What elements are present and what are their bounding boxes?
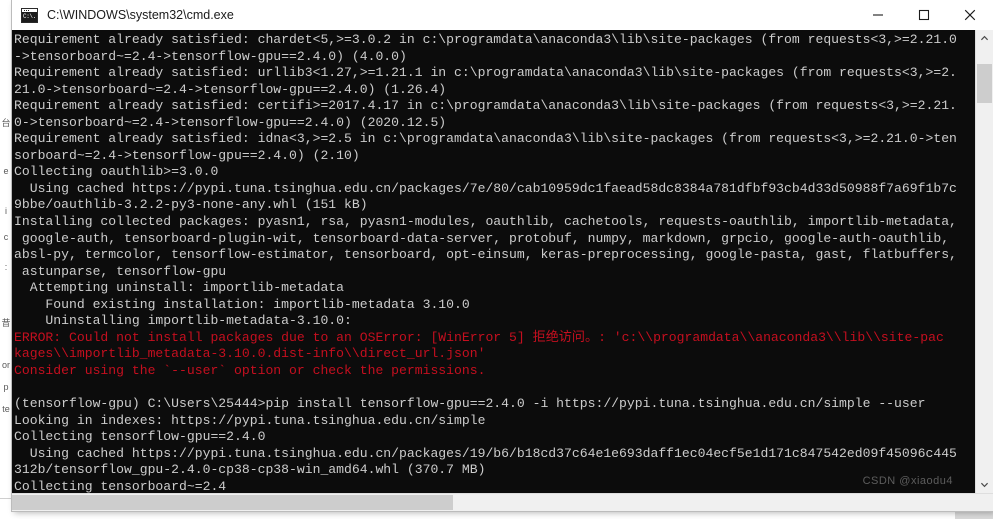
terminal-line: Using cached https://pypi.tuna.tsinghua.… bbox=[14, 445, 957, 461]
chevron-up-icon bbox=[980, 35, 989, 41]
terminal-line: 0->tensorboard~=2.4->tensorflow-gpu==2.4… bbox=[14, 114, 447, 130]
terminal-line: Uninstalling importlib-metadata-3.10.0: bbox=[14, 313, 352, 329]
scroll-up-icon[interactable] bbox=[976, 30, 993, 47]
cmd-window: C:\. C:\WINDOWS\system32\cmd.exe Require… bbox=[12, 0, 993, 511]
title-bar[interactable]: C:\. C:\WINDOWS\system32\cmd.exe bbox=[12, 0, 993, 30]
window-controls bbox=[855, 0, 993, 30]
minimize-icon bbox=[873, 14, 883, 16]
vertical-scrollbar[interactable] bbox=[975, 30, 993, 493]
terminal-line: sorboard~=2.4->tensorflow-gpu==2.4.0) (2… bbox=[14, 147, 360, 163]
minimize-button[interactable] bbox=[855, 0, 901, 30]
terminal-line: ->tensorboard~=2.4->tensorflow-gpu==2.4.… bbox=[14, 48, 407, 64]
maximize-icon bbox=[918, 9, 930, 21]
terminal-output[interactable]: Requirement already satisfied: chardet<5… bbox=[12, 30, 975, 493]
terminal-line: Looking in indexes: https://pypi.tuna.ts… bbox=[14, 412, 486, 428]
terminal-line: 312b/tensorflow_gpu-2.4.0-cp38-cp38-win_… bbox=[14, 462, 486, 478]
horizontal-scroll-track[interactable] bbox=[12, 494, 993, 511]
terminal-line: Collecting tensorflow-gpu==2.4.0 bbox=[14, 429, 266, 445]
vertical-scroll-thumb[interactable] bbox=[977, 64, 992, 103]
background-glyph: : bbox=[4, 262, 8, 272]
background-glyph: p bbox=[3, 382, 9, 392]
close-icon bbox=[964, 9, 976, 21]
terminal-area: Requirement already satisfied: chardet<5… bbox=[12, 30, 993, 493]
terminal-line: Using cached https://pypi.tuna.tsinghua.… bbox=[14, 180, 957, 196]
background-glyph: te bbox=[2, 404, 10, 414]
terminal-line: (tensorflow-gpu) C:\Users\25444>pip inst… bbox=[14, 396, 926, 412]
terminal-line: absl-py, termcolor, tensorflow-estimator… bbox=[14, 247, 957, 263]
terminal-line: google-auth, tensorboard-plugin-wit, ten… bbox=[14, 230, 950, 246]
horizontal-scrollbar[interactable] bbox=[12, 493, 993, 511]
vertical-scroll-track[interactable] bbox=[976, 47, 993, 476]
close-button[interactable] bbox=[947, 0, 993, 30]
horizontal-scroll-thumb[interactable] bbox=[12, 495, 453, 510]
cmd-console-icon: C:\. bbox=[21, 7, 38, 23]
terminal-line: astunparse, tensorflow-gpu bbox=[14, 263, 227, 279]
background-glyph: or bbox=[1, 360, 10, 370]
terminal-line: Collecting oauthlib>=3.0.0 bbox=[14, 164, 219, 180]
terminal-line: 21.0->tensorboard~=2.4->tensorflow-gpu==… bbox=[14, 81, 447, 97]
background-glyph: 昔 bbox=[1, 318, 11, 328]
maximize-button[interactable] bbox=[901, 0, 947, 30]
terminal-line: 9bbe/oauthlib-3.2.2-py3-none-any.whl (15… bbox=[14, 197, 368, 213]
background-glyph: e bbox=[3, 166, 9, 176]
terminal-line: Requirement already satisfied: urllib3<1… bbox=[14, 65, 957, 81]
background-glyph: i bbox=[5, 206, 7, 216]
background-glyph: 台 bbox=[1, 118, 11, 128]
terminal-line: Found existing installation: importlib-m… bbox=[14, 296, 470, 312]
terminal-line: ERROR: Could not install packages due to… bbox=[14, 329, 944, 345]
terminal-line: Consider using the `--user` option or ch… bbox=[14, 362, 486, 378]
terminal-line: Requirement already satisfied: idna<3,>=… bbox=[14, 131, 957, 147]
terminal-line: Collecting tensorboard~=2.4 bbox=[14, 478, 227, 493]
cmd-icon-glyph: C:\. bbox=[22, 11, 37, 22]
window-title: C:\WINDOWS\system32\cmd.exe bbox=[47, 8, 234, 22]
terminal-line: Requirement already satisfied: certifi>=… bbox=[14, 98, 957, 114]
terminal-line: kages\\importlib_metadata-3.10.0.dist-in… bbox=[14, 346, 486, 362]
terminal-line: Installing collected packages: pyasn1, r… bbox=[14, 214, 957, 230]
terminal-line: Attempting uninstall: importlib-metadata bbox=[14, 280, 345, 296]
terminal-line: Requirement already satisfied: chardet<5… bbox=[14, 32, 957, 47]
background-glyph: c bbox=[3, 232, 9, 242]
chevron-down-icon bbox=[980, 482, 989, 488]
scroll-down-icon[interactable] bbox=[976, 476, 993, 493]
